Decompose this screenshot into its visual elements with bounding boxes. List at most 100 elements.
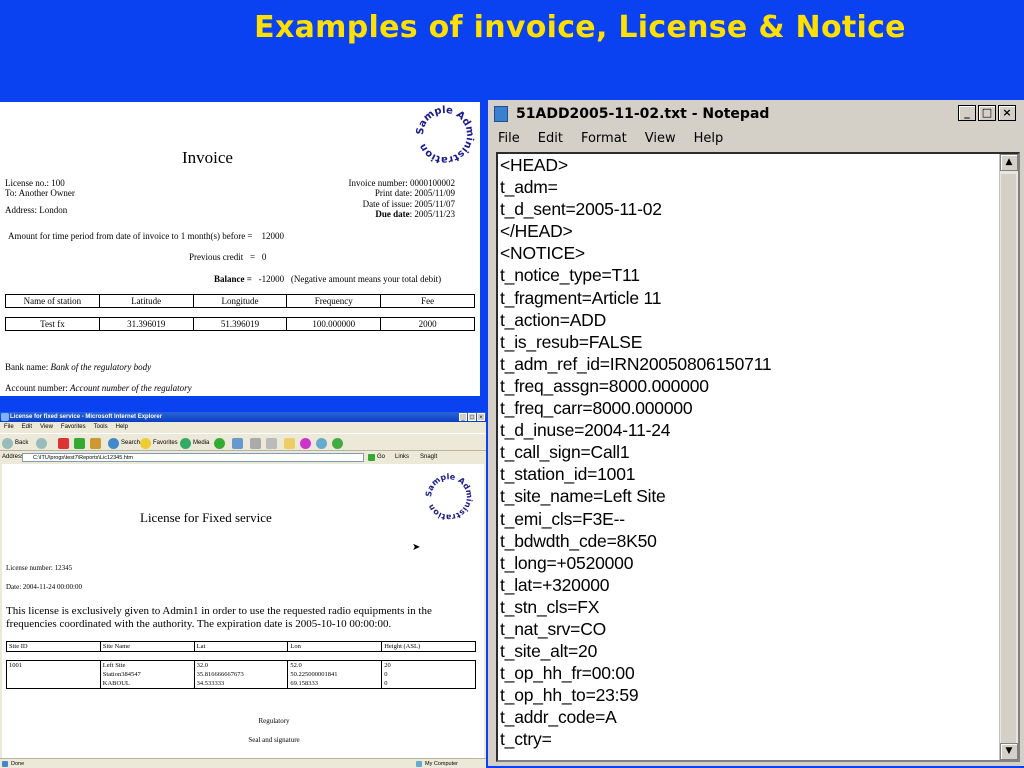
menu-file[interactable]: File <box>498 128 520 150</box>
scrollbar-thumb[interactable] <box>1001 174 1016 756</box>
notepad-line: <NOTICE> <box>500 243 585 264</box>
menu-view[interactable]: View <box>645 128 676 150</box>
history-button[interactable] <box>214 434 225 452</box>
notepad-line: t_freq_assgn=8000.000000 <box>500 375 709 396</box>
license-regulatory: Regulatory <box>258 717 290 725</box>
plugin-button[interactable] <box>332 434 343 452</box>
edit-icon <box>266 437 277 449</box>
minimize-button[interactable]: _ <box>459 413 467 421</box>
license-header-table: Site ID Site Name Lat Lon Height (ASL) <box>6 641 476 652</box>
go-arrow-icon <box>368 454 375 461</box>
ie-titlebar[interactable]: License for fixed service - Microsoft In… <box>0 412 486 422</box>
close-button[interactable]: × <box>477 413 485 421</box>
table-header-cell: Height (ASL) <box>381 641 476 652</box>
tools-button[interactable] <box>316 434 327 452</box>
ie-statusbar: Done My Computer <box>0 758 486 768</box>
notepad-line: t_adm_ref_id=IRN20050806150711 <box>500 353 772 374</box>
table-row: Station384547 35.816666667673 50.2250000… <box>6 670 476 679</box>
star-icon <box>140 437 151 449</box>
account-value: Account number of the regulatory <box>69 383 192 393</box>
go-label: Go <box>377 454 386 460</box>
favorites-label: Favorites <box>153 440 178 446</box>
media-label: Media <box>193 440 210 446</box>
menu-edit[interactable]: Edit <box>22 422 32 432</box>
close-button[interactable]: × <box>998 105 1016 121</box>
slide-title: Examples of invoice, License & Notice <box>254 10 906 45</box>
minimize-button[interactable]: _ <box>958 105 976 121</box>
table-cell: 51.396019 <box>192 317 288 331</box>
table-cell: 34.533333 <box>193 679 289 689</box>
ie-addressbar: Address C:\ITU\progs\test7\Reports\Lic12… <box>0 452 486 463</box>
notepad-text-lines: <HEAD> t_adm= t_d_sent=2005-11-02 </HEAD> <N… <box>500 154 772 751</box>
plugin-icon <box>332 437 343 449</box>
notepad-app-icon <box>494 106 508 122</box>
balance-note: (Negative amount means your total debit) <box>290 274 442 284</box>
balance-label: Balance = <box>214 274 252 284</box>
table-cell: Test fx <box>5 317 100 331</box>
folder-icon <box>284 437 295 449</box>
status-text: Done <box>11 761 25 767</box>
notepad-line: t_d_sent=2005-11-02 <box>500 199 662 220</box>
notepad-line: t_site_name=Left Site <box>500 486 666 507</box>
table-cell: 0 <box>381 670 476 679</box>
notepad-line: t_action=ADD <box>500 309 607 330</box>
notepad-text-area[interactable]: <HEAD> t_adm= t_d_sent=2005-11-02 </HEAD> <N… <box>496 152 1020 762</box>
invoice-title: Invoice <box>182 148 233 167</box>
notepad-window: 51ADD2005-11-02.txt - Notepad _ □ × File… <box>488 100 1024 766</box>
previous-credit-eq: = <box>250 252 256 262</box>
invoice-data-table: Test fx 31.396019 51.396019 100.000000 2… <box>5 317 475 331</box>
table-header-cell: Lon <box>287 641 383 652</box>
notepad-line: t_freq_carr=8000.000000 <box>500 398 693 419</box>
snagit-button[interactable]: SnagIt <box>420 452 437 463</box>
menu-edit[interactable]: Edit <box>538 128 563 150</box>
menu-help[interactable]: Help <box>694 128 724 150</box>
sample-administration-seal: Sample Administration <box>424 472 474 522</box>
notepad-titlebar[interactable]: 51ADD2005-11-02.txt - Notepad _ □ × <box>488 100 1024 128</box>
ie-menubar: File Edit View Favorites Tools Help <box>0 422 486 432</box>
address-input[interactable]: C:\ITU\progs\test7\Reports\Lic12345.htm <box>22 453 364 462</box>
notepad-line: t_addr_code=A <box>500 707 617 728</box>
search-button[interactable]: Search <box>108 434 140 452</box>
menu-help[interactable]: Help <box>116 422 128 432</box>
mail-button[interactable] <box>232 434 243 452</box>
search-icon <box>108 437 119 449</box>
menu-favorites[interactable]: Favorites <box>61 422 86 432</box>
notepad-line: t_long=+0520000 <box>500 552 634 573</box>
menu-tools[interactable]: Tools <box>94 422 108 432</box>
maximize-button[interactable]: □ <box>468 413 476 421</box>
edit-button[interactable] <box>266 434 277 452</box>
folder-button[interactable] <box>284 434 295 452</box>
stop-button[interactable] <box>58 434 69 452</box>
ie-scrollbar[interactable] <box>484 464 486 758</box>
home-icon <box>90 437 101 449</box>
messenger-button[interactable] <box>300 434 311 452</box>
back-button[interactable]: Back <box>2 434 28 452</box>
scroll-down-icon[interactable]: ▼ <box>1000 743 1018 760</box>
svg-text:Sample Administration: Sample Administration <box>415 105 476 165</box>
license-title: License for Fixed service <box>140 510 272 525</box>
mail-icon <box>232 437 243 449</box>
menu-view[interactable]: View <box>40 422 53 432</box>
notepad-vertical-scrollbar[interactable]: ▲ ▼ <box>999 154 1018 760</box>
ie-window-title: License for fixed service - Microsoft In… <box>10 414 163 420</box>
print-button[interactable] <box>250 434 261 452</box>
menu-file[interactable]: File <box>4 422 14 432</box>
ie-toolbar: Back Search Favorites Media <box>0 433 486 451</box>
table-row: Test fx 31.396019 51.396019 100.000000 2… <box>5 317 475 331</box>
menu-format[interactable]: Format <box>581 128 627 150</box>
favorites-button[interactable]: Favorites <box>140 434 178 452</box>
maximize-button[interactable]: □ <box>978 105 996 121</box>
table-row: 1001 Left Site 32.0 52.0 20 <box>6 660 476 670</box>
home-button[interactable] <box>90 434 101 452</box>
notepad-line: t_site_alt=20 <box>500 641 598 662</box>
ie-window: License for fixed service - Microsoft In… <box>0 412 486 768</box>
go-button[interactable]: Go <box>368 453 385 462</box>
refresh-button[interactable] <box>74 434 85 452</box>
scroll-up-icon[interactable]: ▲ <box>1000 154 1018 171</box>
invoice-to: To: Another Owner <box>5 188 75 198</box>
links-button[interactable]: Links <box>395 452 409 463</box>
table-cell: 35.816666667673 <box>193 670 289 679</box>
media-button[interactable]: Media <box>180 434 209 452</box>
table-header-cell: Latitude <box>98 294 194 308</box>
forward-button[interactable] <box>36 434 47 452</box>
